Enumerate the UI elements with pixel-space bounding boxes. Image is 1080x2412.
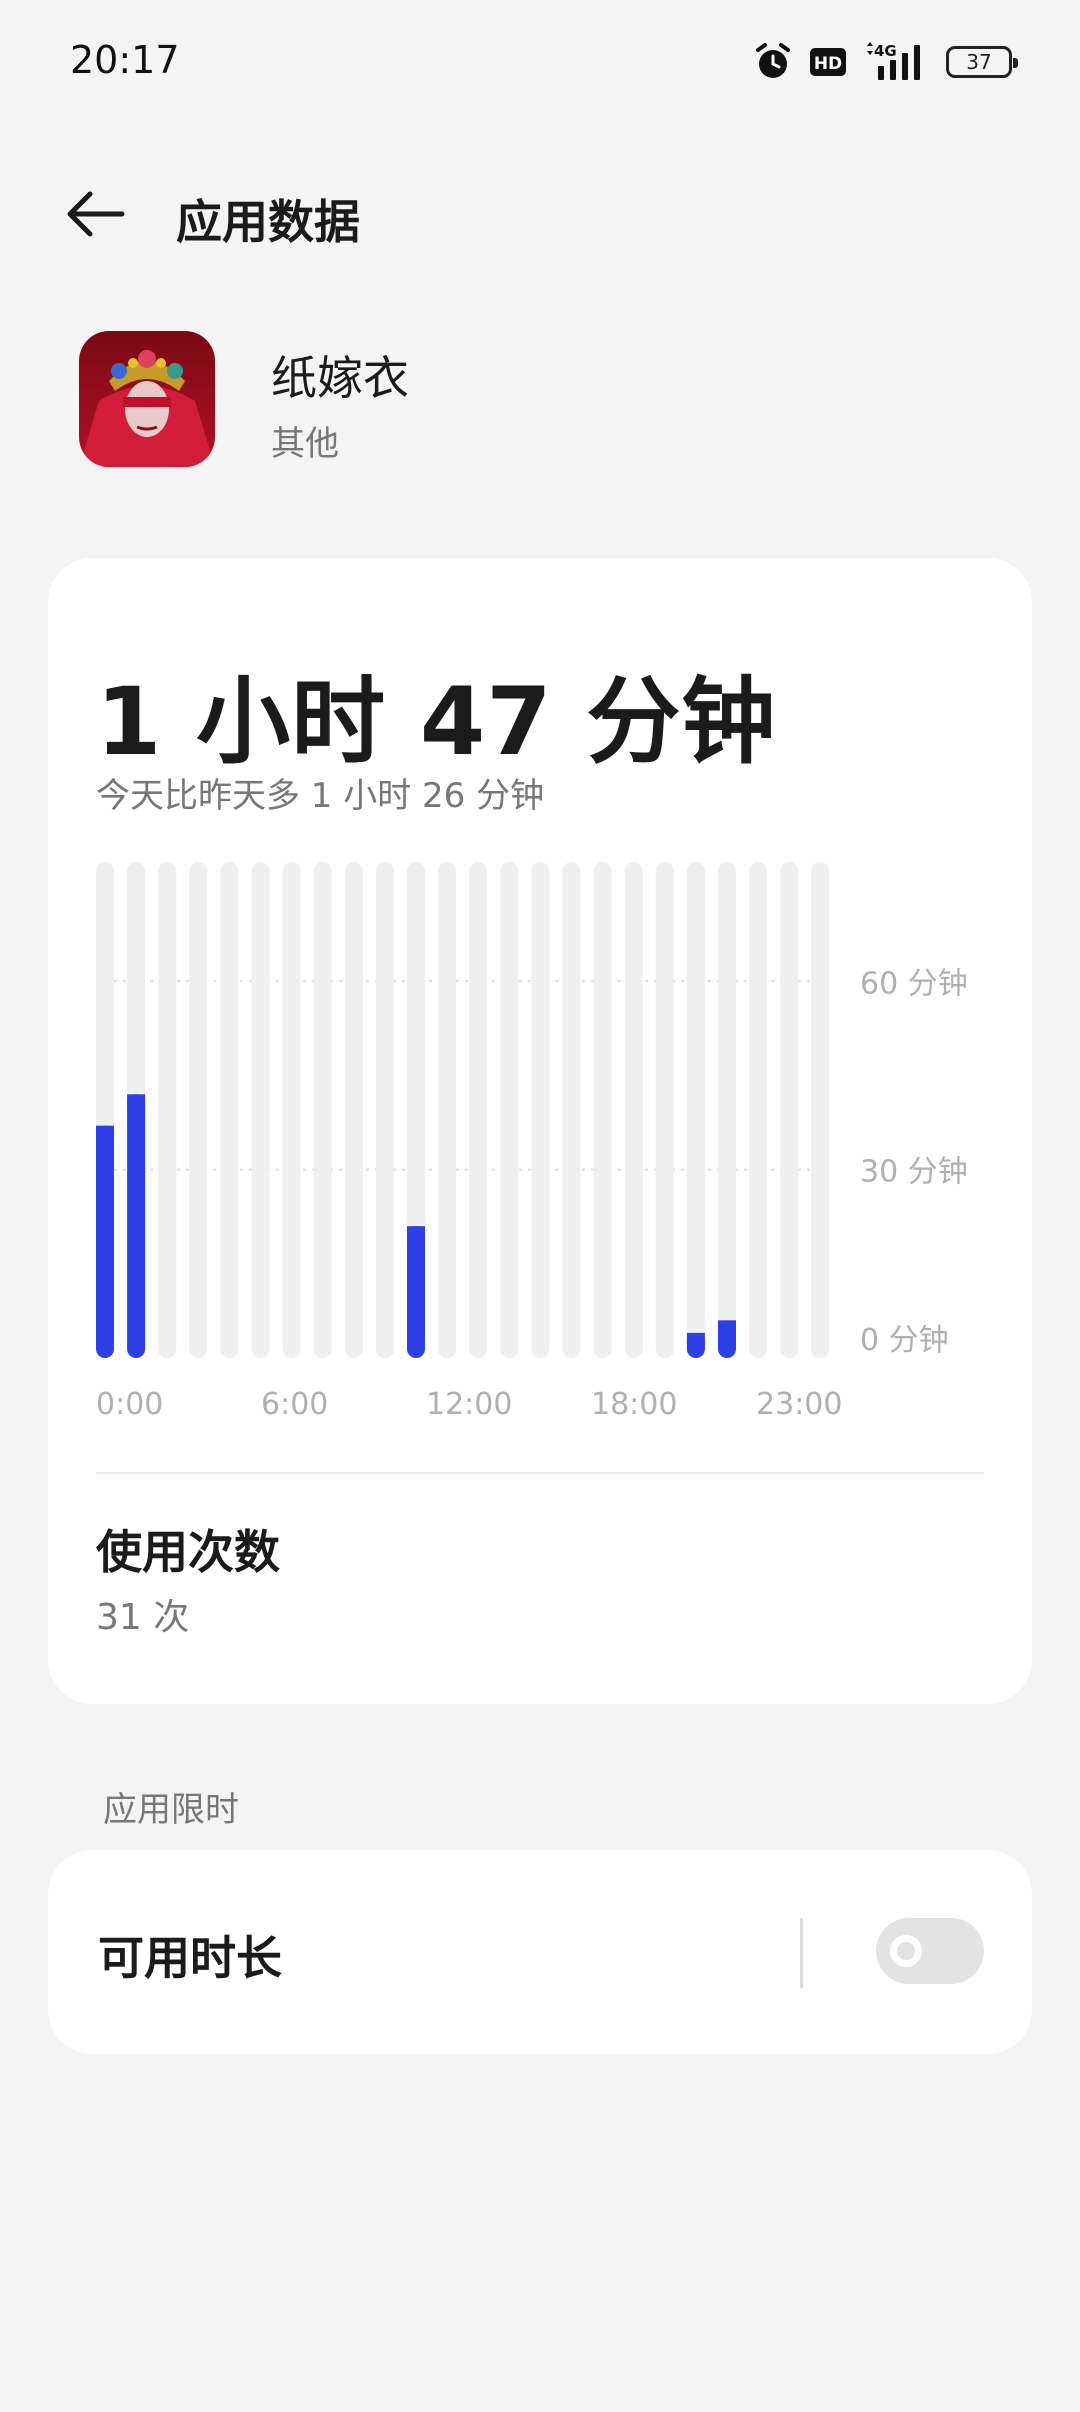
app-limit-card[interactable]: 可用时长 bbox=[48, 1850, 1032, 2054]
toggle-knob bbox=[890, 1935, 922, 1967]
app-icon bbox=[79, 331, 215, 467]
usage-bar-cap bbox=[127, 1094, 146, 1106]
usage-bar-cap bbox=[96, 1125, 114, 1137]
available-duration-toggle[interactable] bbox=[876, 1918, 984, 1984]
y-tick-label: 0 分钟 bbox=[860, 1323, 949, 1358]
card-divider bbox=[96, 1472, 984, 1474]
bar-track bbox=[655, 862, 674, 1358]
bar-track bbox=[500, 862, 519, 1358]
bar-track bbox=[593, 862, 612, 1358]
page-title: 应用数据 bbox=[176, 195, 360, 249]
bar-track bbox=[469, 862, 488, 1358]
available-duration-label: 可用时长 bbox=[98, 1931, 282, 1985]
bar-track bbox=[531, 862, 550, 1358]
bar-track bbox=[158, 862, 177, 1358]
bar-track bbox=[313, 862, 332, 1358]
header: 应用数据 bbox=[0, 170, 1080, 260]
bar-track bbox=[780, 862, 799, 1358]
bar-track bbox=[375, 862, 394, 1358]
status-time: 20:17 bbox=[70, 38, 180, 82]
x-tick-label: 12:00 bbox=[426, 1387, 512, 1422]
status-bar: 20:17 HD 4G 37 bbox=[0, 0, 1080, 124]
usage-card: 1 小时 47 分钟 今天比昨天多 1 小时 26 分钟 60 分钟 30 分钟 0… bbox=[48, 558, 1032, 1704]
bar-track bbox=[251, 862, 270, 1358]
hourly-usage-chart: 60 分钟 30 分钟 0 分钟 0:00 6:00 12:00 18:00 23:00 bbox=[96, 862, 968, 1422]
network-type: 4G bbox=[874, 42, 897, 60]
status-icons: HD 4G 37 bbox=[754, 40, 1018, 84]
launch-count-value: 31 次 bbox=[96, 1597, 190, 1638]
hd-icon: HD bbox=[810, 48, 846, 76]
app-name: 纸嫁衣 bbox=[271, 351, 409, 405]
bar-track bbox=[624, 862, 643, 1358]
bar-track bbox=[811, 862, 830, 1358]
battery-level: 37 bbox=[966, 50, 992, 74]
bar-track bbox=[562, 862, 581, 1358]
back-arrow-icon bbox=[67, 191, 125, 237]
bar-track bbox=[220, 862, 239, 1358]
usage-bar[interactable] bbox=[96, 1125, 114, 1358]
usage-bar-cap bbox=[718, 1320, 736, 1332]
usage-bar[interactable] bbox=[127, 1094, 146, 1358]
y-tick-label: 30 分钟 bbox=[860, 1155, 968, 1190]
bar-track bbox=[344, 862, 363, 1358]
x-tick-label: 0:00 bbox=[96, 1387, 163, 1422]
usage-bar-cap bbox=[686, 1332, 705, 1344]
bar-track bbox=[282, 862, 301, 1358]
x-tick-label: 23:00 bbox=[756, 1387, 842, 1422]
app-category: 其他 bbox=[271, 424, 339, 464]
battery-icon: 37 bbox=[946, 46, 1018, 78]
back-button[interactable] bbox=[56, 184, 136, 244]
hd-label: HD bbox=[814, 54, 842, 74]
limit-separator bbox=[800, 1918, 803, 1988]
bar-track bbox=[686, 862, 705, 1358]
4g-signal-icon: 4G bbox=[867, 42, 920, 80]
usage-bar[interactable] bbox=[407, 1226, 425, 1358]
bar-track bbox=[749, 862, 768, 1358]
usage-bar-cap bbox=[407, 1226, 425, 1238]
app-artwork-icon bbox=[79, 331, 215, 467]
bar-track bbox=[438, 862, 457, 1358]
launch-count-label: 使用次数 bbox=[96, 1525, 280, 1579]
x-tick-label: 18:00 bbox=[591, 1387, 677, 1422]
section-app-limits: 应用限时 bbox=[103, 1790, 239, 1830]
alarm-icon bbox=[756, 43, 790, 78]
y-tick-label: 60 分钟 bbox=[860, 966, 968, 1001]
bar-track bbox=[718, 862, 736, 1358]
bar-track bbox=[189, 862, 208, 1358]
x-tick-label: 6:00 bbox=[261, 1387, 328, 1422]
